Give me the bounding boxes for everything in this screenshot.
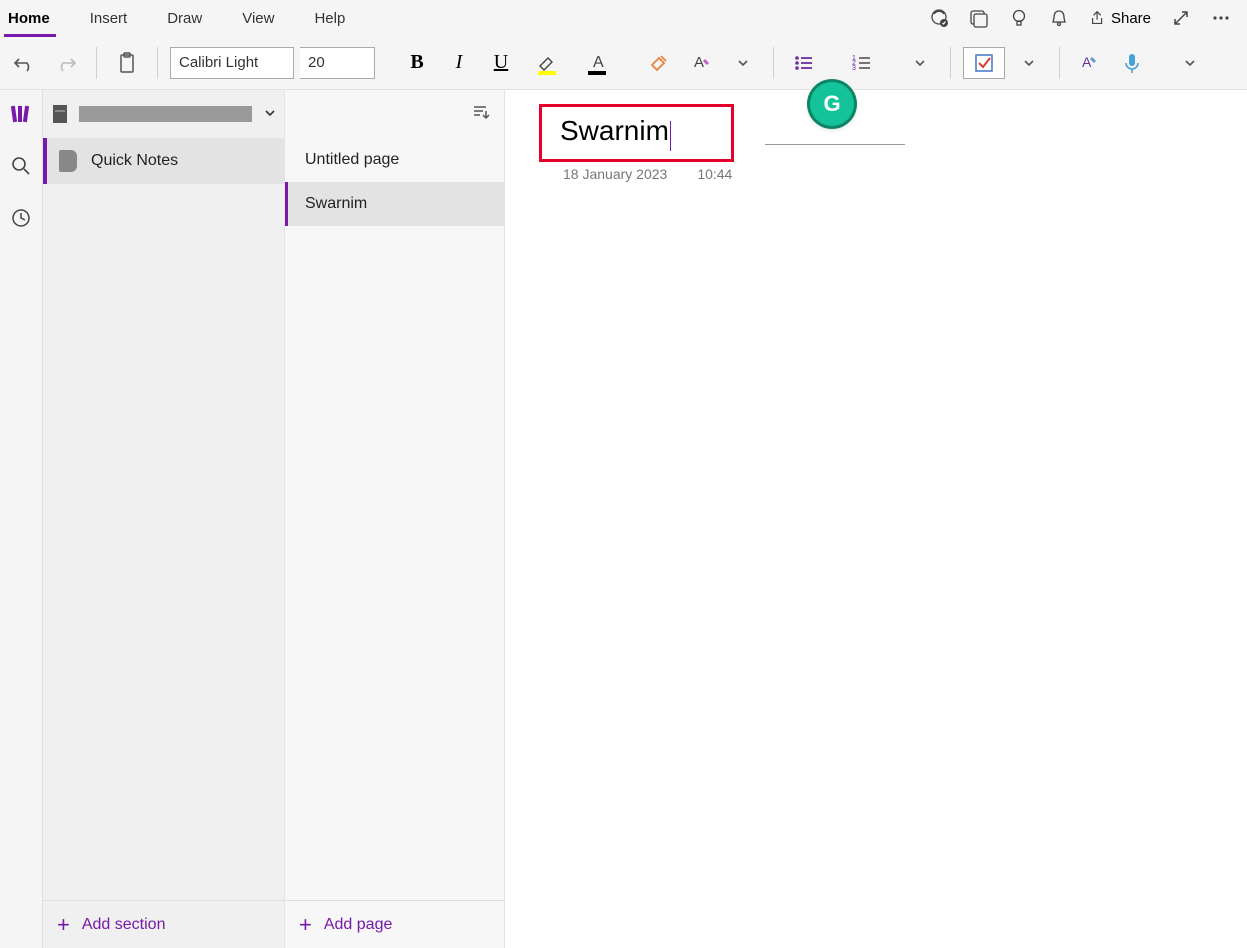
pages-header [285,90,504,138]
svg-text:A: A [1082,54,1092,70]
section-item-quick-notes[interactable]: Quick Notes [43,138,284,184]
title-highlight-annotation: Swarnim [539,104,734,162]
bell-icon[interactable] [1049,8,1069,28]
pages-panel: Untitled page Swarnim + Add page [284,90,504,948]
bullet-list-button[interactable] [786,45,822,81]
search-icon[interactable] [9,154,33,178]
more-icon[interactable] [1211,8,1231,28]
title-underline [765,144,905,145]
chevron-down-icon [264,106,276,122]
tab-help[interactable]: Help [314,4,363,33]
highlight-button[interactable] [525,45,569,81]
note-date[interactable]: 18 January 2023 [563,166,667,182]
menu-tabs: Home Insert Draw View Help [8,4,385,33]
grammarly-glyph: G [823,91,840,117]
lightbulb-icon[interactable] [1009,8,1029,28]
share-button[interactable]: Share [1089,9,1151,27]
tab-home[interactable]: Home [8,4,68,33]
separator [96,47,97,79]
sort-icon[interactable] [470,102,490,127]
add-page-label: Add page [324,916,393,934]
menu-right: Share [929,8,1239,28]
font-name-input[interactable] [170,47,294,79]
fullscreen-icon[interactable] [1171,8,1191,28]
ink-button[interactable]: A [1072,45,1108,81]
notebooks-icon[interactable] [9,102,33,126]
menu-bar: Home Insert Draw View Help Share [0,0,1247,36]
share-label: Share [1111,10,1151,27]
feed-icon[interactable] [969,8,989,28]
font-color-button[interactable]: A [575,45,619,81]
bold-button[interactable]: B [399,45,435,81]
tab-view[interactable]: View [242,4,292,33]
clipboard-button[interactable] [109,45,145,81]
grammarly-badge[interactable]: G [810,82,854,126]
tab-insert[interactable]: Insert [90,4,146,33]
list-dropdown[interactable] [902,45,938,81]
notebook-name-redacted [79,106,252,122]
tab-draw[interactable]: Draw [167,4,220,33]
sync-icon[interactable] [929,8,949,28]
page-item-untitled[interactable]: Untitled page [285,138,504,182]
recent-icon[interactable] [9,206,33,230]
dictate-button[interactable] [1114,45,1150,81]
section-label: Quick Notes [91,152,178,170]
sections-panel: Quick Notes + Add section [42,90,284,948]
undo-button[interactable] [6,45,42,81]
text-cursor [670,121,671,151]
svg-text:A: A [593,54,604,71]
note-time[interactable]: 10:44 [697,166,732,182]
format-painter-button[interactable]: A [683,45,719,81]
tags-dropdown[interactable] [1011,45,1047,81]
separator [773,47,774,79]
todo-tag-button[interactable] [963,47,1005,79]
page-title-label: Untitled page [305,151,399,169]
notebook-selector[interactable] [43,90,284,138]
more-formatting-dropdown[interactable] [725,45,761,81]
overflow-dropdown[interactable] [1172,45,1208,81]
underline-button[interactable]: U [483,45,519,81]
page-title[interactable]: Swarnim [560,115,669,146]
main-area: Quick Notes + Add section Untitled page … [0,90,1247,948]
plus-icon: + [299,912,312,938]
svg-text:A: A [694,54,704,71]
add-page-button[interactable]: + Add page [285,900,504,948]
numbered-list-button[interactable]: 123 [844,45,880,81]
svg-text:3: 3 [852,65,856,72]
pages-filler [285,226,504,900]
sections-filler [43,184,284,900]
separator [1059,47,1060,79]
add-section-button[interactable]: + Add section [43,900,284,948]
note-canvas[interactable]: Swarnim 18 January 2023 10:44 [504,90,1247,948]
plus-icon: + [57,912,70,938]
add-section-label: Add section [82,916,166,934]
separator [950,47,951,79]
page-title-label: Swarnim [305,195,367,213]
page-item-swarnim[interactable]: Swarnim [285,182,504,226]
separator [157,47,158,79]
left-rail [0,90,42,948]
italic-button[interactable]: I [441,45,477,81]
notebook-icon [51,104,71,124]
font-size-input[interactable] [300,47,375,79]
redo-button[interactable] [48,45,84,81]
formatting-toolbar: B I U A A 123 A [0,36,1247,90]
title-container: Swarnim [539,104,734,162]
section-tab-icon [59,150,77,172]
note-meta: 18 January 2023 10:44 [563,166,732,182]
clear-format-button[interactable] [641,45,677,81]
